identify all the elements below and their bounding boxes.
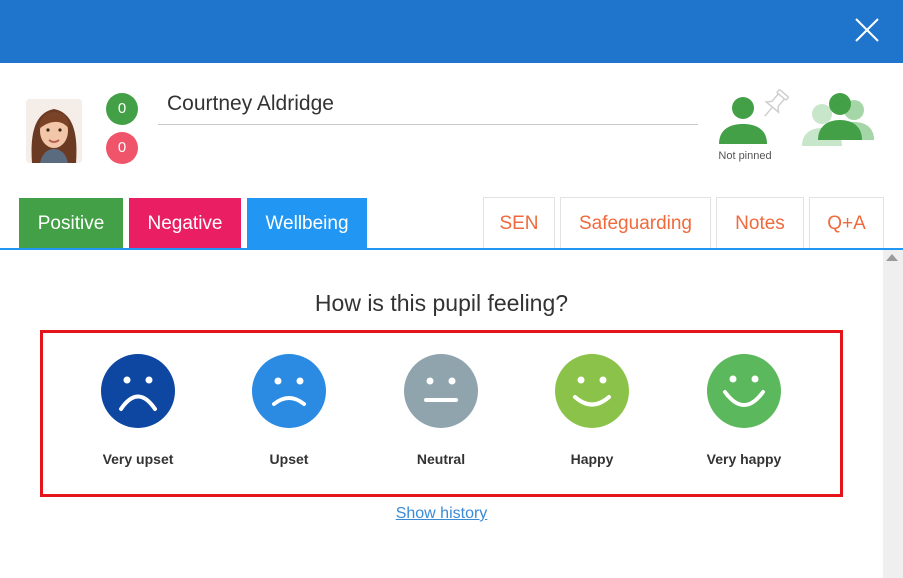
happy-face-icon (555, 354, 629, 428)
scrollbar[interactable] (883, 250, 903, 578)
wellbeing-question: How is this pupil feeling? (314, 290, 569, 316)
mood-label: Neutral (416, 451, 466, 467)
mood-happy-button[interactable]: Happy (532, 354, 652, 467)
tab-sen[interactable]: SEN (483, 197, 555, 248)
show-history-link[interactable]: Show history (396, 505, 488, 522)
tab-underline (0, 248, 903, 250)
pin-user-icon (719, 89, 789, 144)
pupil-name: Courtney Aldridge (158, 89, 698, 125)
pin-pupil-button[interactable]: Not pinned (710, 88, 789, 168)
sad-face-icon (252, 354, 326, 428)
mood-label: Very happy (706, 451, 782, 467)
mood-very-upset-button[interactable]: Very upset (78, 354, 198, 467)
close-button[interactable] (853, 16, 881, 44)
users-group-icon (802, 93, 874, 146)
close-icon (855, 18, 879, 42)
pupil-avatar (26, 99, 82, 163)
show-history-row: Show history (0, 505, 883, 523)
mood-very-happy-button[interactable]: Very happy (684, 354, 804, 467)
tab-notes[interactable]: Notes (716, 197, 804, 248)
tab-qa[interactable]: Q+A (809, 197, 884, 248)
mood-neutral-button[interactable]: Neutral (381, 354, 501, 467)
tab-positive[interactable]: Positive (19, 198, 123, 249)
very-sad-face-icon (101, 354, 175, 428)
tab-safeguarding[interactable]: Safeguarding (560, 197, 711, 248)
mood-label: Upset (269, 451, 309, 467)
group-users-button[interactable] (798, 90, 876, 146)
mood-label: Happy (570, 451, 614, 467)
tab-negative[interactable]: Negative (129, 198, 241, 249)
very-happy-face-icon (707, 354, 781, 428)
scroll-up-arrow-icon[interactable] (886, 254, 898, 261)
neutral-face-icon (404, 354, 478, 428)
pin-status-label: Not pinned (718, 150, 772, 162)
negative-count-badge: 0 (106, 132, 138, 164)
positive-count-badge: 0 (106, 93, 138, 125)
mood-upset-button[interactable]: Upset (229, 354, 349, 467)
tab-wellbeing[interactable]: Wellbeing (247, 198, 367, 249)
mood-label: Very upset (102, 451, 174, 467)
header-bar (0, 0, 903, 63)
